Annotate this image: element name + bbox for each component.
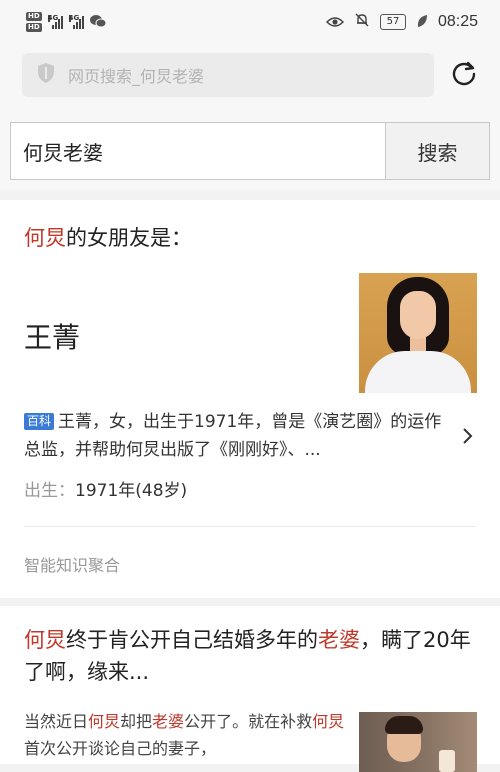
kg-description[interactable]: 百科 王菁，女，出生于1971年，曾是《演艺圈》的运作总监，并帮助何炅出版了《刚刚… <box>24 408 444 464</box>
snippet-highlight: 何炅 <box>88 712 121 731</box>
snippet-text: 当然近日 <box>24 712 89 731</box>
news-result: 何炅终于肯公开自己结婚多年的老婆，瞒了20年了啊，缘来... 当然近日何炅却把老… <box>0 606 500 772</box>
query-row: 搜索 <box>0 106 500 190</box>
kg-question: 何炅的女朋友是： <box>24 222 192 252</box>
news-title[interactable]: 何炅终于肯公开自己结婚多年的老婆，瞒了20年了啊，缘来... <box>24 624 480 688</box>
status-bar: HD HD 4G 4G 57 08:25 <box>0 0 500 44</box>
kg-answer[interactable]: 王菁 <box>24 316 80 356</box>
kg-description-text: 王菁，女，出生于1971年，曾是《演艺圈》的运作总监，并帮助何炅出版了《刚刚好》… <box>24 412 442 460</box>
browser-toolbar: 网页搜索_何炅老婆 <box>0 44 500 106</box>
news-snippet: 当然近日何炅却把老婆公开了。就在补救何炅首次公开谈论自己的妻子， <box>24 708 346 762</box>
kg-source-label: 智能知识聚合 <box>24 556 121 575</box>
birth-value: 1971年(48岁) <box>75 481 188 501</box>
knowledge-card: 何炅的女朋友是： 王菁 百科 王菁，女，出生于1971年，曾是《演艺圈》的运作总监… <box>0 200 500 598</box>
title-highlight: 何炅 <box>24 628 66 652</box>
net2-label: 4G <box>68 14 80 22</box>
chevron-right-icon[interactable] <box>460 426 476 446</box>
signal1-icon: 4G <box>47 14 63 29</box>
snippet-highlight: 何炅 <box>312 712 345 731</box>
divider <box>24 526 476 527</box>
battery-icon: 57 <box>379 14 406 30</box>
refresh-button[interactable] <box>448 59 480 91</box>
wechat-icon <box>89 14 107 31</box>
search-box: 搜索 <box>10 122 490 180</box>
sim1-badge: HD <box>26 12 42 21</box>
shield-icon <box>36 62 56 88</box>
snippet-highlight: 老婆 <box>152 712 185 731</box>
snippet-text: 首次公开谈论自己的妻子， <box>24 739 217 758</box>
sim2-badge: HD <box>26 23 42 32</box>
kg-birth: 出生：1971年(48岁) <box>24 476 187 501</box>
url-bar[interactable]: 网页搜索_何炅老婆 <box>22 53 434 97</box>
refresh-icon <box>451 60 477 90</box>
snippet-text: 公开了。就在补救 <box>184 712 313 731</box>
search-button[interactable]: 搜索 <box>385 123 489 179</box>
mute-bell-icon <box>354 12 370 32</box>
title-highlight: 老婆 <box>318 628 360 652</box>
eye-icon <box>325 13 345 32</box>
status-left: HD HD 4G 4G <box>26 12 107 32</box>
kg-question-rest: 的女朋友是： <box>66 226 192 250</box>
url-text: 网页搜索_何炅老婆 <box>68 67 205 86</box>
birth-label: 出生： <box>24 481 75 501</box>
snippet-text: 却把 <box>120 712 153 731</box>
baike-tag: 百科 <box>24 413 55 430</box>
status-right: 57 08:25 <box>325 12 478 32</box>
signal2-icon: 4G <box>68 14 84 29</box>
search-input[interactable] <box>11 123 385 179</box>
net1-label: 4G <box>47 14 59 22</box>
leaf-icon <box>416 13 428 32</box>
kg-photo[interactable] <box>359 273 477 393</box>
kg-question-highlight: 何炅 <box>24 226 66 250</box>
sim-badges: HD HD <box>26 12 42 32</box>
title-text: 终于肯公开自己结婚多年的 <box>66 628 318 652</box>
clock: 08:25 <box>437 13 478 30</box>
news-thumbnail[interactable] <box>359 712 477 772</box>
